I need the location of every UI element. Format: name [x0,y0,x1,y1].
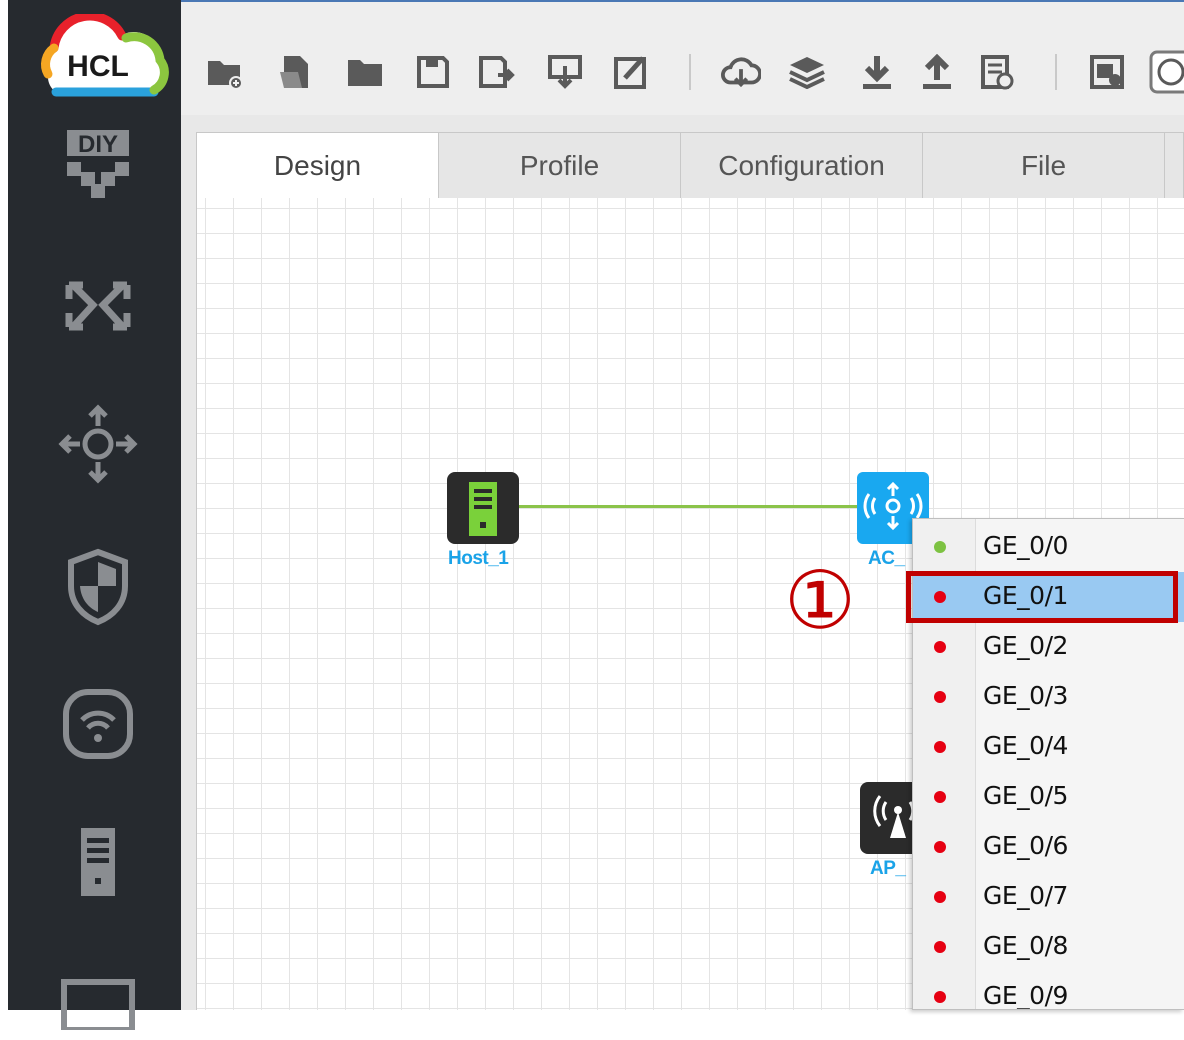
port-option[interactable]: GE_0/0 [913,522,1184,572]
port-option[interactable]: GE_0/6 [913,822,1184,872]
tab-design[interactable]: Design [197,133,439,198]
port-option[interactable]: GE_0/2 [913,622,1184,672]
wireless-icon[interactable] [58,684,138,764]
step-marker: ① [784,554,856,647]
port-status-dot [934,541,946,553]
log-icon[interactable] [977,52,1017,92]
hcl-logo: HCL [26,11,174,104]
port-status-dot [934,941,946,953]
port-option[interactable]: GE_0/9 [913,972,1184,1010]
edit-icon[interactable] [611,52,651,92]
port-option[interactable]: GE_0/4 [913,722,1184,772]
port-option-label: GE_0/5 [983,781,1068,810]
port-option-label: GE_0/6 [983,831,1068,860]
diy-icon[interactable]: DIY [58,122,138,202]
cloud-icon[interactable] [721,52,761,92]
port-option-label: GE_0/2 [983,631,1068,660]
host-node-label: Host_1 [448,548,509,569]
host-device-icon [447,472,519,544]
settings-icon[interactable] [1147,50,1184,94]
terminal-icon[interactable] [58,960,138,1040]
ap-node-label: AP_ [870,858,906,879]
upload-icon[interactable] [917,52,957,92]
port-status-dot [934,791,946,803]
ac-node-label: AC_ [868,548,905,569]
link-host-ac[interactable] [518,505,860,508]
port-option[interactable]: GE_0/8 [913,922,1184,972]
port-status-dot [934,641,946,653]
export-icon[interactable] [545,52,585,92]
tab-bar: Design Profile Configuration File [196,132,1184,198]
port-status-dot [934,841,946,853]
port-status-dot [934,691,946,703]
port-option-label: GE_0/3 [983,681,1068,710]
firewall-icon[interactable] [58,546,138,626]
download-icon[interactable] [857,52,897,92]
port-option[interactable]: GE_0/5 [913,772,1184,822]
tab-profile[interactable]: Profile [439,133,681,198]
router-icon[interactable] [58,404,138,484]
port-status-dot [934,741,946,753]
host-icon[interactable] [58,822,138,902]
port-status-dot [934,991,946,1003]
port-status-dot [934,891,946,903]
left-sidebar: HCL DIY [0,0,181,1030]
port-option[interactable]: GE_0/7 [913,872,1184,922]
svg-text:HCL: HCL [67,50,129,83]
screenshot-icon[interactable] [1087,52,1127,92]
host-node[interactable] [447,472,519,544]
open-folder-icon[interactable] [345,52,385,92]
new-project-icon[interactable] [205,52,245,92]
tab-configuration[interactable]: Configuration [681,133,923,198]
highlight-box [906,571,1178,623]
port-option-label: GE_0/9 [983,981,1068,1010]
port-option[interactable]: GE_0/3 [913,672,1184,722]
toolbar [181,0,1184,115]
save-icon[interactable] [413,52,453,92]
port-option-label: GE_0/7 [983,881,1068,910]
svg-text:DIY: DIY [78,131,118,158]
switch-icon[interactable] [58,266,138,346]
open-recent-icon[interactable] [275,52,315,92]
port-option-label: GE_0/4 [983,731,1068,760]
tab-file[interactable]: File [923,133,1165,198]
layers-icon[interactable] [787,52,827,92]
port-option-label: GE_0/8 [983,931,1068,960]
port-option-label: GE_0/0 [983,531,1068,560]
save-as-icon[interactable] [477,52,517,92]
